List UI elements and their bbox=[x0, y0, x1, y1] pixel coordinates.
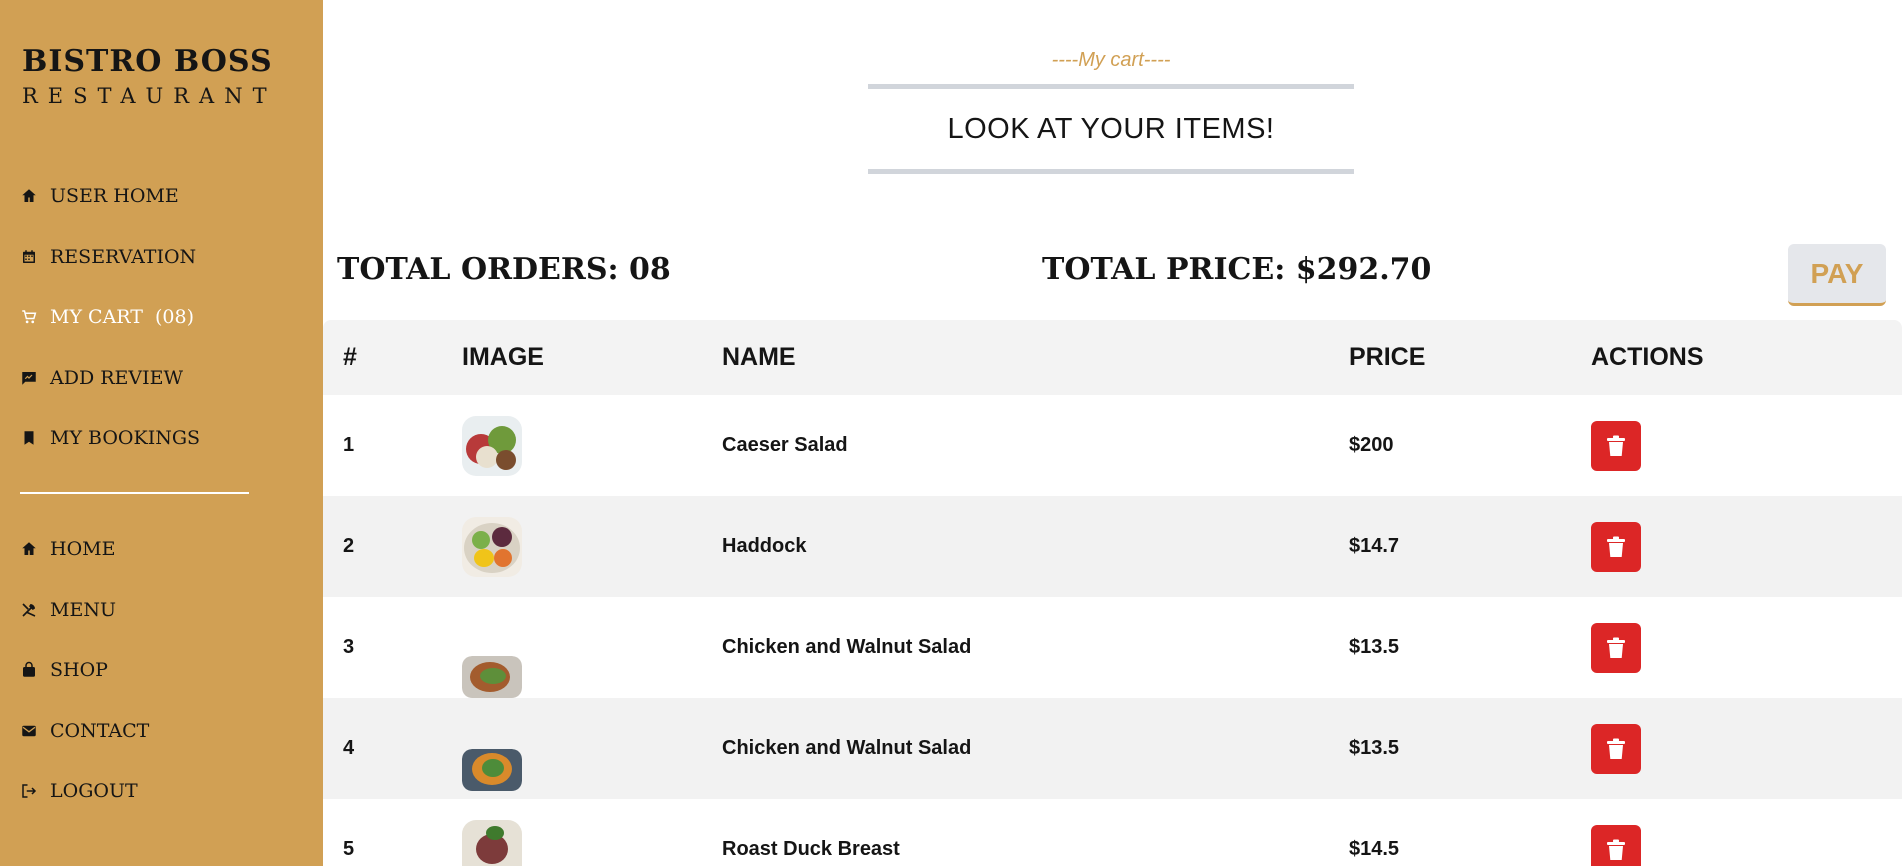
sidebar-item-label: RESERVATION bbox=[50, 245, 197, 268]
row-index: 2 bbox=[343, 535, 355, 557]
delete-button[interactable] bbox=[1591, 521, 1641, 572]
sidebar-item-user-home[interactable]: USER HOME bbox=[20, 166, 300, 227]
section-heading: ----My cart---- LOOK AT YOUR ITEMS! bbox=[868, 46, 1354, 174]
cart-summary: TOTAL ORDERS: 08 TOTAL PRICE: $292.70 PA… bbox=[337, 244, 1902, 306]
sidebar-item-logout[interactable]: LOGOUT bbox=[20, 761, 300, 822]
trash-icon bbox=[1607, 536, 1625, 557]
total-orders: TOTAL ORDERS: 08 bbox=[337, 252, 671, 287]
trash-icon bbox=[1607, 738, 1625, 759]
column-header-price: PRICE bbox=[1349, 343, 1426, 371]
sidebar-item-label: MY CART (08) bbox=[50, 306, 195, 329]
sidebar-item-my-bookings[interactable]: MY BOOKINGS bbox=[20, 408, 300, 469]
item-name: Chicken and Walnut Salad bbox=[722, 737, 972, 759]
sidebar-item-label: LOGOUT bbox=[50, 780, 138, 803]
item-price: $13.5 bbox=[1349, 636, 1400, 658]
sidebar-item-home[interactable]: HOME bbox=[20, 519, 300, 580]
sidebar-user-nav: USER HOME RESERVATION MY CART (08) ADD R… bbox=[20, 166, 300, 469]
bookmark-icon bbox=[24, 431, 34, 445]
item-image bbox=[462, 415, 522, 476]
section-subheading: ----My cart---- bbox=[1051, 49, 1171, 71]
delete-button[interactable] bbox=[1591, 824, 1641, 866]
item-price: $14.7 bbox=[1349, 535, 1400, 557]
column-header-actions: ACTIONS bbox=[1591, 343, 1704, 371]
utensils-icon bbox=[22, 603, 36, 617]
item-price: $200 bbox=[1349, 434, 1394, 456]
item-image bbox=[462, 748, 522, 791]
table-header: # IMAGE NAME PRICE ACTIONS bbox=[323, 320, 1902, 395]
sidebar-item-label: MENU bbox=[50, 598, 116, 621]
item-name: Chicken and Walnut Salad bbox=[722, 636, 972, 658]
page-title: LOOK AT YOUR ITEMS! bbox=[868, 84, 1354, 174]
delete-button[interactable] bbox=[1591, 622, 1641, 673]
item-name: Caeser Salad bbox=[722, 434, 848, 456]
row-index: 5 bbox=[343, 838, 355, 860]
sidebar-item-shop[interactable]: SHOP bbox=[20, 640, 300, 701]
item-image bbox=[462, 819, 522, 866]
cart-icon bbox=[22, 310, 37, 324]
column-header-image: IMAGE bbox=[462, 343, 544, 371]
logout-icon bbox=[22, 784, 37, 798]
sidebar-item-label: SHOP bbox=[50, 659, 108, 682]
sidebar-item-label: ADD REVIEW bbox=[50, 366, 184, 389]
table-row: 5 Roast Duck Breast $14.5 bbox=[323, 799, 1902, 866]
delete-button[interactable] bbox=[1591, 420, 1641, 471]
delete-button[interactable] bbox=[1591, 723, 1641, 774]
sidebar-item-label: CONTACT bbox=[50, 719, 150, 742]
sidebar-item-contact[interactable]: CONTACT bbox=[20, 701, 300, 762]
item-name: Haddock bbox=[722, 535, 807, 557]
sidebar-item-menu[interactable]: MENU bbox=[20, 580, 300, 641]
pay-button[interactable]: PAY bbox=[1788, 244, 1886, 306]
sidebar: BISTRO BOSS RESTAURANT USER HOME RESERVA… bbox=[0, 0, 323, 866]
sidebar-divider bbox=[20, 492, 249, 494]
sidebar-item-label: HOME bbox=[50, 538, 116, 561]
sidebar-item-my-cart[interactable]: MY CART (08) bbox=[20, 287, 300, 348]
home-icon bbox=[22, 542, 36, 556]
cart-table: # IMAGE NAME PRICE ACTIONS 1 Caeser Sala… bbox=[323, 320, 1902, 866]
bag-icon bbox=[23, 662, 35, 677]
row-index: 1 bbox=[343, 434, 355, 456]
sidebar-item-label: USER HOME bbox=[50, 185, 179, 208]
sidebar-item-label: MY BOOKINGS bbox=[50, 427, 201, 450]
table-row: 1 Caeser Salad $200 bbox=[323, 395, 1902, 496]
item-price: $14.5 bbox=[1349, 838, 1400, 860]
item-price: $13.5 bbox=[1349, 737, 1400, 759]
trash-icon bbox=[1607, 435, 1625, 456]
item-name: Roast Duck Breast bbox=[722, 838, 900, 860]
calendar-icon bbox=[23, 250, 35, 263]
home-icon bbox=[22, 189, 36, 203]
review-icon bbox=[22, 371, 36, 385]
item-image bbox=[462, 655, 522, 698]
trash-icon bbox=[1607, 839, 1625, 860]
brand-logo[interactable]: BISTRO BOSS RESTAURANT bbox=[22, 44, 277, 110]
sidebar-item-add-review[interactable]: ADD REVIEW bbox=[20, 348, 300, 409]
table-row: 4 Chicken and Walnut Salad $13.5 bbox=[323, 698, 1902, 799]
brand-title: BISTRO BOSS bbox=[22, 44, 273, 79]
trash-icon bbox=[1607, 637, 1625, 658]
mail-icon bbox=[22, 725, 36, 736]
sidebar-main-nav: HOME MENU SHOP CONTACT LOGOUT bbox=[20, 519, 300, 822]
table-row: 2 Haddock $14.7 bbox=[323, 496, 1902, 597]
sidebar-item-reservation[interactable]: RESERVATION bbox=[20, 227, 300, 288]
item-image bbox=[462, 516, 522, 577]
total-price: TOTAL PRICE: $292.70 bbox=[1042, 252, 1432, 287]
brand-subtitle: RESTAURANT bbox=[22, 84, 277, 108]
main-content: ----My cart---- LOOK AT YOUR ITEMS! TOTA… bbox=[323, 0, 1902, 866]
column-header-index: # bbox=[343, 343, 357, 371]
column-header-name: NAME bbox=[722, 343, 796, 371]
row-index: 4 bbox=[343, 737, 355, 759]
row-index: 3 bbox=[343, 636, 355, 658]
table-row: 3 Chicken and Walnut Salad $13.5 bbox=[323, 597, 1902, 698]
